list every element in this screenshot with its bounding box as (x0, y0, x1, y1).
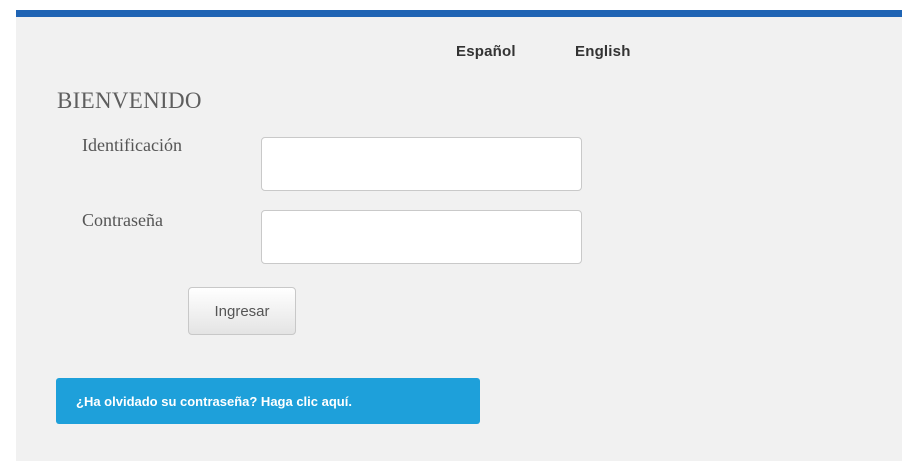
identification-input[interactable] (261, 137, 582, 191)
language-link-english[interactable]: English (575, 43, 631, 60)
welcome-heading: BIENVENIDO (57, 88, 202, 113)
login-button[interactable]: Ingresar (188, 287, 296, 335)
top-accent-bar (16, 10, 902, 17)
identification-label: Identificación (82, 135, 182, 155)
language-link-spanish[interactable]: Español (456, 43, 516, 60)
password-input[interactable] (261, 210, 582, 264)
password-label: Contraseña (82, 210, 163, 230)
forgot-password-button[interactable]: ¿Ha olvidado su contraseña? Haga clic aq… (56, 378, 480, 424)
